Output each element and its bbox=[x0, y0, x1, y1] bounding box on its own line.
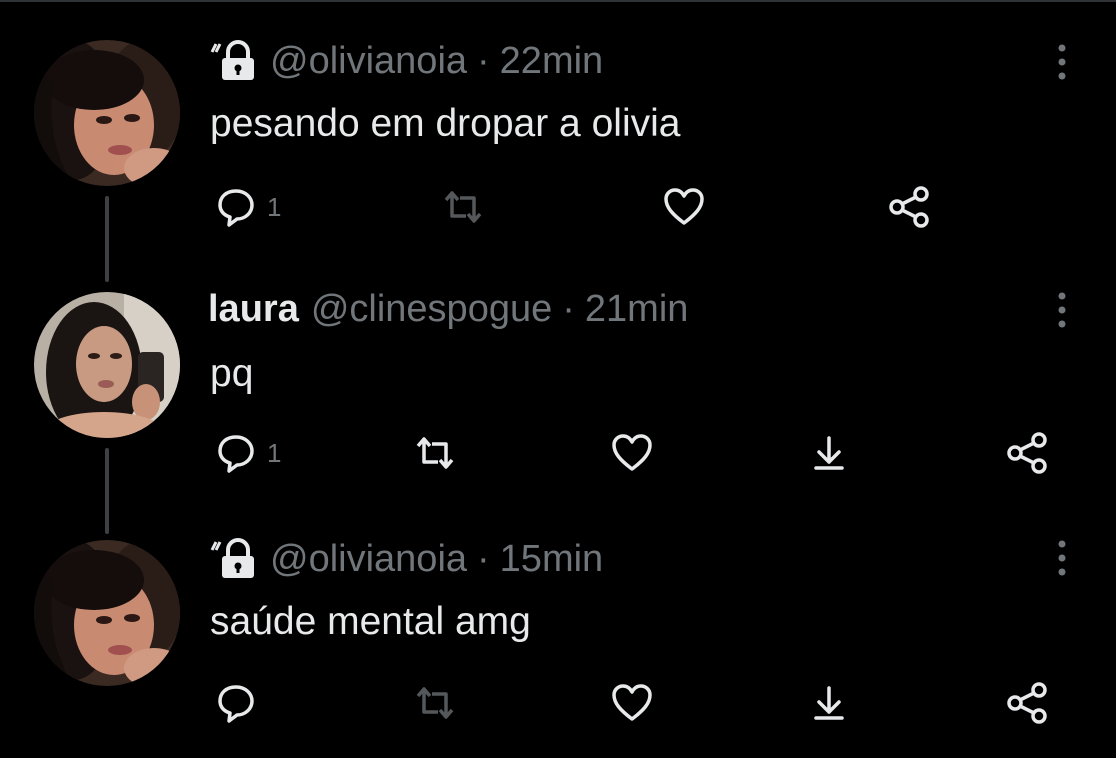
avatar[interactable] bbox=[34, 540, 180, 686]
reply-count: 1 bbox=[267, 437, 282, 468]
like-icon bbox=[610, 432, 654, 474]
more-icon[interactable] bbox=[1054, 290, 1070, 330]
share-button[interactable] bbox=[1006, 430, 1050, 476]
more-icon[interactable] bbox=[1054, 538, 1070, 578]
timestamp[interactable]: 21min bbox=[585, 288, 689, 331]
thread-line bbox=[105, 196, 109, 282]
thread-line bbox=[105, 448, 109, 534]
tweet-text: pesando em dropar a olivia bbox=[210, 102, 681, 145]
retweet-icon bbox=[412, 682, 458, 724]
like-icon bbox=[662, 186, 706, 228]
bookmark-icon bbox=[808, 432, 850, 474]
tweet-header: @olivianoia · 15min bbox=[208, 536, 603, 582]
top-divider bbox=[0, 0, 1116, 2]
share-button[interactable] bbox=[1006, 680, 1050, 726]
tweet-text: pq bbox=[210, 352, 254, 395]
user-handle[interactable]: @clinespogue bbox=[311, 288, 552, 331]
retweet-button[interactable] bbox=[412, 430, 458, 476]
timestamp[interactable]: 22min bbox=[500, 40, 604, 83]
lock-icon bbox=[208, 38, 264, 84]
like-icon bbox=[610, 682, 654, 724]
like-button[interactable] bbox=[610, 430, 654, 476]
user-handle[interactable]: @olivianoia bbox=[270, 40, 467, 83]
reply-button[interactable]: 1 bbox=[215, 184, 281, 230]
tweet-text: saúde mental amg bbox=[210, 600, 531, 643]
bookmark-button[interactable] bbox=[808, 680, 850, 726]
avatar[interactable] bbox=[34, 40, 180, 186]
lock-icon bbox=[208, 536, 264, 582]
tweet-header: laura @clinespogue · 21min bbox=[208, 286, 688, 332]
like-button[interactable] bbox=[662, 184, 706, 230]
retweet-button[interactable] bbox=[412, 680, 458, 726]
tweet-header: @olivianoia · 22min bbox=[208, 38, 603, 84]
retweet-button[interactable] bbox=[440, 184, 486, 230]
reply-button[interactable] bbox=[215, 680, 267, 726]
separator: · bbox=[477, 537, 490, 580]
retweet-icon bbox=[440, 186, 486, 228]
bookmark-icon bbox=[808, 682, 850, 724]
share-icon bbox=[1006, 431, 1050, 475]
user-handle[interactable]: @olivianoia bbox=[270, 538, 467, 581]
share-icon bbox=[888, 185, 932, 229]
reply-icon bbox=[215, 432, 257, 474]
share-button[interactable] bbox=[888, 184, 932, 230]
share-icon bbox=[1006, 681, 1050, 725]
display-name[interactable]: laura bbox=[208, 288, 299, 331]
avatar[interactable] bbox=[34, 292, 180, 438]
separator: · bbox=[562, 287, 575, 330]
retweet-icon bbox=[412, 432, 458, 474]
reply-icon bbox=[215, 186, 257, 228]
timestamp[interactable]: 15min bbox=[500, 538, 604, 581]
like-button[interactable] bbox=[610, 680, 654, 726]
reply-button[interactable]: 1 bbox=[215, 430, 281, 476]
more-icon[interactable] bbox=[1054, 42, 1070, 82]
bookmark-button[interactable] bbox=[808, 430, 850, 476]
reply-icon bbox=[215, 682, 257, 724]
separator: · bbox=[477, 39, 490, 82]
reply-count: 1 bbox=[267, 191, 282, 222]
